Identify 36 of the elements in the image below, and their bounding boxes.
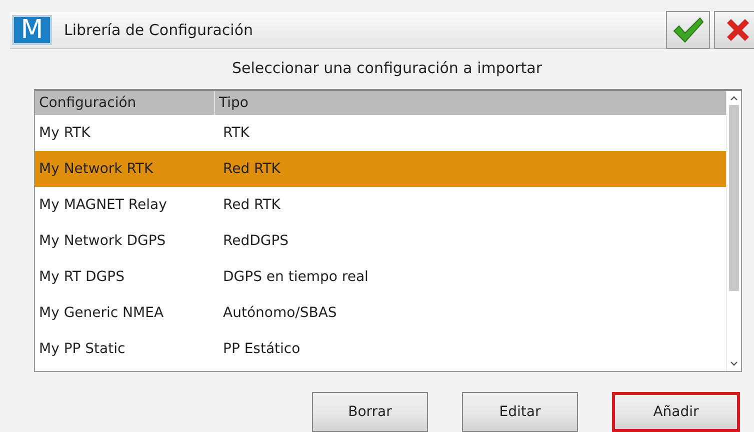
scroll-up-icon[interactable] xyxy=(730,94,738,101)
table-cell-text: RTK xyxy=(222,124,250,141)
table-row[interactable]: My PP Static PP Estático xyxy=(35,330,726,367)
scroll-down-icon[interactable] xyxy=(730,361,738,367)
table-cell-text: Red RTK xyxy=(222,160,280,177)
table-cell-text: My Generic NMEA xyxy=(38,304,165,321)
table-cell-text: My PP Static xyxy=(38,340,126,357)
table-cell-text: My Network DGPS xyxy=(38,232,167,249)
close-button[interactable] xyxy=(714,11,754,49)
table-cell-text: Red RTK xyxy=(222,196,280,213)
table-cell-text: PP Estático xyxy=(222,340,300,357)
scrollbar-thumb[interactable] xyxy=(729,104,739,292)
table-row[interactable]: My Generic NMEA Autónomo/SBAS xyxy=(35,294,726,331)
table-cell-text: DGPS en tiempo real xyxy=(222,268,368,285)
table-cell-text: My Network RTK xyxy=(38,160,154,177)
app-logo[interactable]: M xyxy=(12,15,52,45)
checkmark-icon xyxy=(672,16,704,44)
table-row[interactable]: My Network DGPS RedDGPS xyxy=(35,222,726,259)
accept-button[interactable] xyxy=(666,11,710,49)
table-cell-text: My MAGNET Relay xyxy=(38,196,168,213)
table-row[interactable]: My MAGNET Relay Red RTK xyxy=(35,186,726,223)
instruction-text: Seleccionar una configuración a importar xyxy=(230,59,544,79)
window-title: Librería de Configuración xyxy=(64,21,254,39)
column-header[interactable]: Tipo xyxy=(215,90,248,115)
table-cell-text: Autónomo/SBAS xyxy=(222,304,337,321)
action-button[interactable]: Borrar xyxy=(312,392,428,432)
column-header[interactable]: Configuración xyxy=(35,90,215,115)
table-cell-text: RedDGPS xyxy=(222,232,289,249)
table-row[interactable]: My RT DGPS DGPS en tiempo real xyxy=(35,258,726,295)
action-button[interactable]: Editar xyxy=(462,392,578,432)
scrollbar[interactable] xyxy=(726,90,741,371)
table-row[interactable]: My Network RTK Red RTK xyxy=(35,150,726,187)
action-button[interactable]: Añadir xyxy=(612,392,740,432)
table-cell-text: My RTK xyxy=(38,124,92,141)
table-row[interactable]: My RTK RTK xyxy=(35,114,726,151)
table-cell-text: My RT DGPS xyxy=(38,268,126,285)
